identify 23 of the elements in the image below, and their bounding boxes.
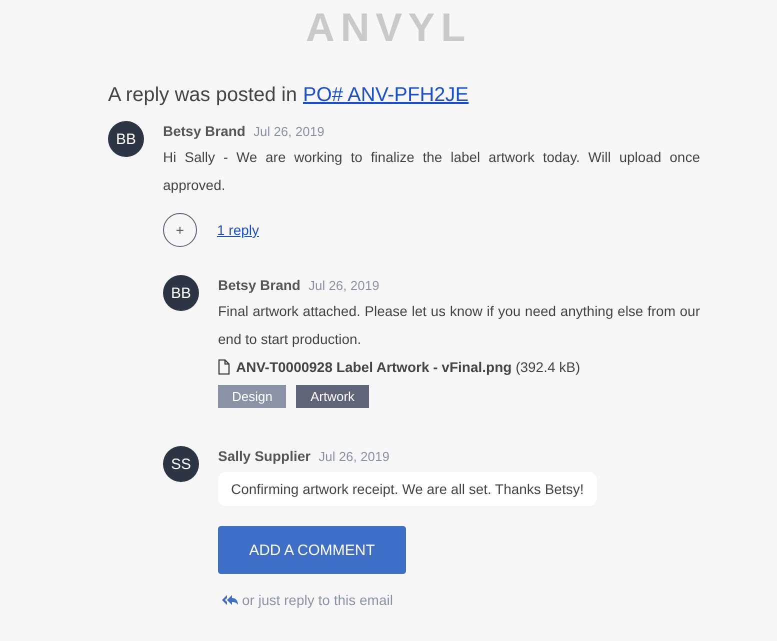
- comment-date: Jul 26, 2019: [318, 449, 390, 464]
- po-link[interactable]: PO# ANV-PFH2JE: [303, 84, 469, 107]
- author-name: Betsy Brand: [163, 123, 246, 139]
- author-name: Sally Supplier: [218, 448, 311, 464]
- author-name: Betsy Brand: [218, 277, 300, 293]
- attachment-link[interactable]: ANV-T0000928 Label Artwork - vFinal.png (392.4 kB): [236, 359, 580, 375]
- footer-text: or just reply to this email: [242, 592, 393, 608]
- avatar: BB: [163, 275, 199, 311]
- comment-date: Jul 26, 2019: [253, 124, 324, 139]
- add-comment-button[interactable]: ADD A COMMENT: [218, 526, 406, 574]
- comment-text: Hi Sally - We are working to finalize the label artwork today. Will upload once approved.: [163, 148, 700, 195]
- comment-text: Final artwork attached. Please let us know if you need anything else from our end to start production.: [218, 302, 700, 349]
- tag: Artwork: [296, 385, 369, 408]
- expand-button[interactable]: +: [163, 213, 197, 247]
- tag: Design: [218, 385, 286, 408]
- comment-date: Jul 26, 2019: [308, 278, 380, 293]
- heading: A reply was posted in: [108, 84, 297, 107]
- replies-link[interactable]: 1 reply: [217, 222, 260, 238]
- avatar: SS: [163, 446, 199, 482]
- avatar: BB: [108, 121, 144, 157]
- reply-all-icon: [222, 594, 238, 606]
- file-icon: [218, 359, 230, 375]
- comment-bubble: Confirming artwork receipt. We are all set. Thanks Betsy!: [218, 472, 597, 506]
